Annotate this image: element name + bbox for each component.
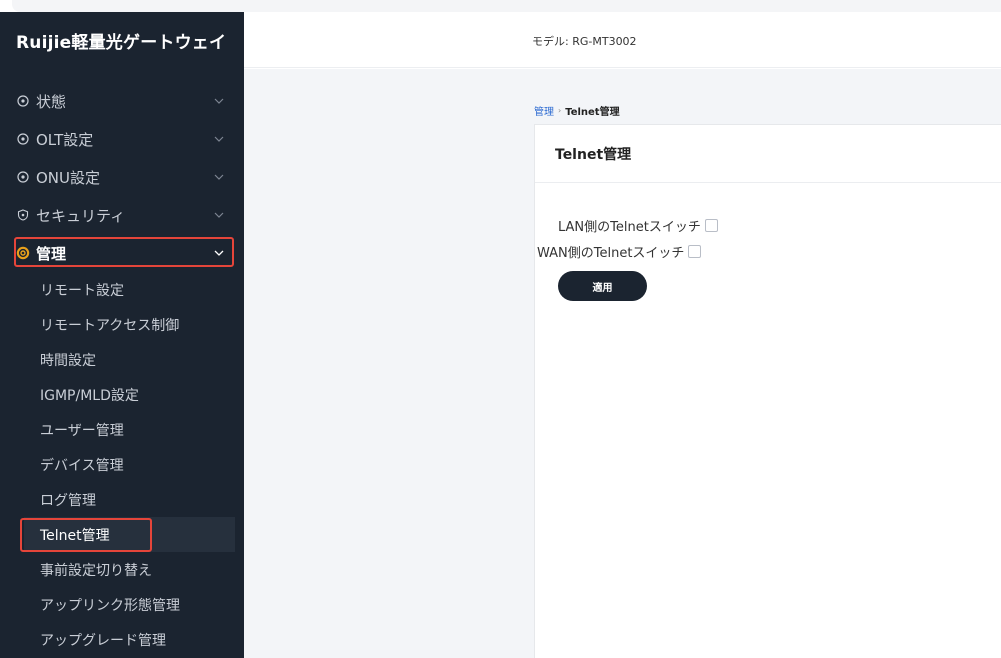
sidebar-subitem-device-management[interactable]: デバイス管理 [0,447,244,482]
wan-telnet-option[interactable]: WAN側のTelnetスイッチ [537,242,702,261]
lan-telnet-option[interactable]: LAN側のTelnetスイッチ [558,216,718,235]
circle-dot-icon [16,170,30,184]
sidebar-subitem-label: Telnet管理 [40,527,110,544]
sidebar-item-management[interactable]: 管理 [0,234,244,272]
sidebar-subitem-user-management[interactable]: ユーザー管理 [0,412,244,447]
sidebar-item-onu[interactable]: ONU設定 [0,158,244,196]
breadcrumb: 管理 › Telnet管理 [534,103,620,118]
model-value: RG-MT3002 [572,35,637,48]
model-label: モデル: [532,35,569,48]
sidebar-subitem-uplink-mode[interactable]: アップリンク形態管理 [0,587,244,622]
sidebar-subitem-upgrade-management[interactable]: アップグレード管理 [0,622,244,657]
sidebar-item-label: ONU設定 [36,168,101,187]
lan-telnet-checkbox[interactable] [704,219,718,232]
sidebar-item-label: 管理 [36,244,67,263]
card-title: Telnet管理 [535,125,1001,183]
breadcrumb-current: Telnet管理 [565,107,620,118]
chevron-down-icon [214,98,224,104]
circle-dot-icon [16,132,30,146]
sidebar-subitem-time-settings[interactable]: 時間設定 [0,342,244,377]
model-info: モデル: RG-MT3002 [532,33,637,49]
sidebar-subitem-telnet-management[interactable]: Telnet管理 [20,517,235,552]
sidebar-item-label: 状態 [36,92,67,111]
wan-telnet-checkbox[interactable] [688,245,702,258]
sidebar-item-label: OLT設定 [36,130,94,149]
window-top-strip [0,0,1001,12]
sidebar-subitem-remote-settings[interactable]: リモート設定 [0,272,244,307]
lan-telnet-label: LAN側のTelnetスイッチ [558,220,701,235]
app-title: Ruijie軽量光ゲートウェイ [16,32,227,53]
breadcrumb-parent[interactable]: 管理 [534,103,554,118]
chevron-down-icon [214,212,224,218]
sidebar-item-security[interactable]: セキュリティ [0,196,244,234]
top-shade [12,0,1001,12]
sidebar-subitem-log-management[interactable]: ログ管理 [0,482,244,517]
apply-button[interactable]: 適用 [558,271,647,301]
breadcrumb-separator: › [558,106,562,115]
circle-dot-icon [16,94,30,108]
chevron-down-icon [214,250,224,256]
sidebar-subitem-preset-switch[interactable]: 事前設定切り替え [0,552,244,587]
gear-icon [16,246,30,260]
sidebar-item-olt[interactable]: OLT設定 [0,120,244,158]
wan-telnet-label: WAN側のTelnetスイッチ [537,246,685,261]
top-header: モデル: RG-MT3002 [244,12,1001,68]
chevron-down-icon [214,136,224,142]
sidebar-menu: 状態 OLT設定 ONU設定 セキュリティ 管理 リモート設定 リモートアクセス… [0,82,244,657]
telnet-card: Telnet管理 [534,124,1001,658]
sidebar: Ruijie軽量光ゲートウェイ 状態 OLT設定 ONU設定 セキュリティ 管理… [0,12,244,658]
sidebar-item-status[interactable]: 状態 [0,82,244,120]
sidebar-item-label: セキュリティ [36,206,126,225]
shield-icon [16,208,30,222]
sidebar-subitem-igmp-mld[interactable]: IGMP/MLD設定 [0,377,244,412]
chevron-down-icon [214,174,224,180]
sidebar-subitem-remote-access-control[interactable]: リモートアクセス制御 [0,307,244,342]
